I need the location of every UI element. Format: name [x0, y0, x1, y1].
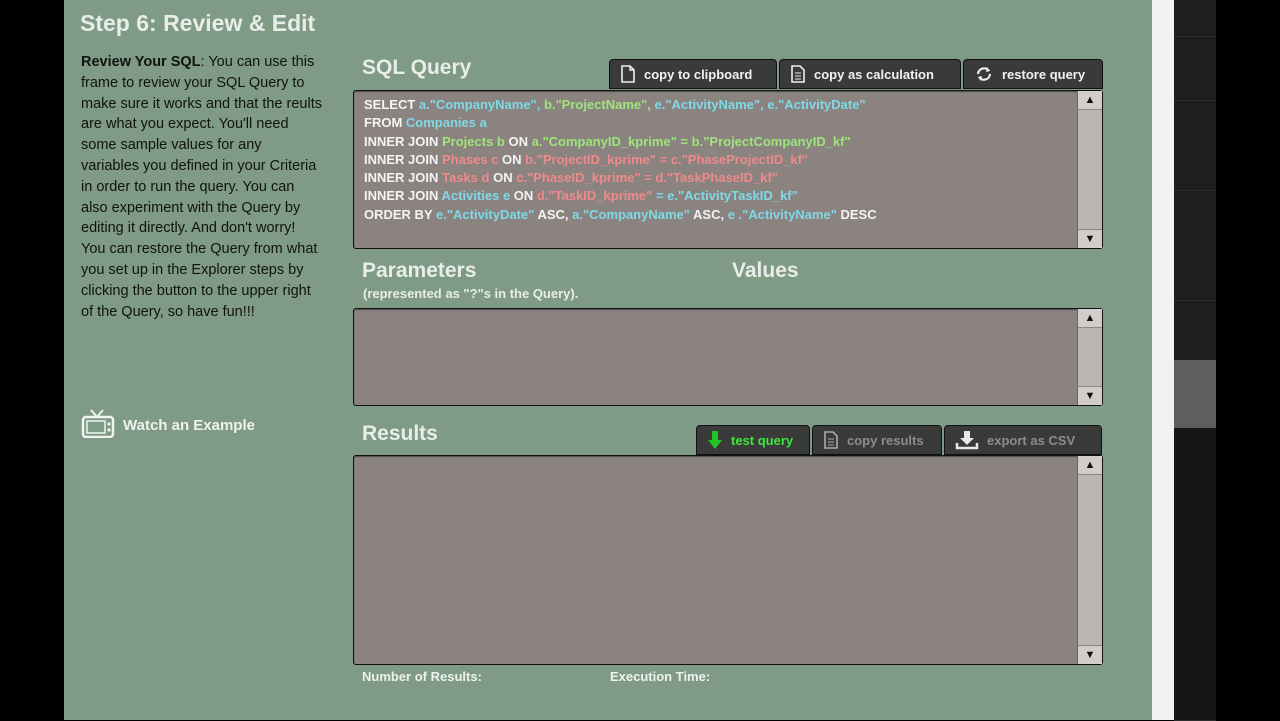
scroll-down-arrow-icon[interactable]: ▼: [1078, 229, 1102, 248]
sql-token: INNER JOIN: [364, 133, 443, 149]
scroll-up-arrow-icon[interactable]: ▲: [1078, 456, 1102, 475]
sql-token: b."ProjectName",: [543, 97, 655, 112]
sql-token: INNER JOIN: [364, 188, 442, 204]
document-lines-icon: [823, 431, 839, 449]
restore-query-button[interactable]: restore query: [963, 59, 1103, 89]
results-title: Results: [362, 422, 438, 445]
sql-token: e ."ActivityName": [727, 206, 841, 222]
document-lines-icon: [790, 65, 806, 83]
results-grid[interactable]: ▲ ▼: [353, 455, 1103, 665]
sql-line: INNER JOIN Activities e ON d."TaskID_kpr…: [364, 187, 1072, 205]
scroll-up-arrow-icon[interactable]: ▲: [1078, 309, 1102, 328]
sql-token: ON: [493, 170, 517, 186]
sql-token: FROM: [364, 115, 406, 131]
sql-token: Companies a: [405, 115, 487, 131]
sql-token: Activities e: [441, 188, 514, 204]
sql-token: ASC,: [537, 206, 573, 222]
side-dock: [1174, 0, 1216, 721]
window-edge: [1152, 0, 1174, 720]
results-toolbar: test query copy results export as CSV: [694, 425, 1102, 455]
sql-toolbar: copy to clipboard copy as calculation re…: [607, 59, 1103, 89]
test-query-label: test query: [731, 432, 794, 448]
help-body: : You can use this frame to review your …: [81, 54, 322, 320]
sql-token: ORDER BY: [364, 206, 436, 222]
sql-line: FROM Companies a: [364, 114, 1072, 132]
dock-segment: [1174, 36, 1216, 101]
sql-token: Tasks d: [442, 170, 494, 186]
copy-as-calculation-label: copy as calculation: [814, 66, 934, 82]
dock-segment: [1174, 190, 1216, 301]
step-title: Step 6: Review & Edit: [80, 10, 316, 36]
sql-token: ON: [502, 151, 526, 167]
sql-token: Projects b: [442, 133, 509, 149]
test-query-button[interactable]: test query: [696, 425, 810, 455]
dock-segment: [1174, 428, 1216, 721]
tv-icon: [81, 408, 123, 442]
sql-token: = e."ActivityTaskID_kf": [655, 188, 798, 204]
scroll-down-arrow-icon[interactable]: ▼: [1078, 386, 1102, 405]
sql-line: INNER JOIN Phases c ON b."ProjectID_kpri…: [364, 151, 1072, 169]
sql-token: SELECT: [364, 97, 419, 112]
scroll-down-arrow-icon[interactable]: ▼: [1078, 645, 1102, 664]
document-icon: [620, 65, 636, 83]
parameters-title: Parameters: [362, 259, 477, 282]
restore-query-label: restore query: [1002, 66, 1086, 82]
sql-token: a."CompanyName": [572, 206, 694, 222]
copy-to-clipboard-button[interactable]: copy to clipboard: [609, 59, 777, 89]
sql-line: ORDER BY e."ActivityDate" ASC, a."Compan…: [364, 206, 1072, 224]
sql-line: SELECT a."CompanyName", b."ProjectName",…: [364, 96, 1072, 114]
copy-to-clipboard-label: copy to clipboard: [644, 66, 753, 82]
results-scrollbar[interactable]: ▲ ▼: [1077, 456, 1102, 664]
sql-token: c."PhaseID_kprime" = d."TaskPhaseID_kf": [516, 170, 778, 186]
copy-as-calculation-button[interactable]: copy as calculation: [779, 59, 961, 89]
dock-segment: [1174, 360, 1216, 429]
dock-segment: [1174, 0, 1216, 37]
sql-line: INNER JOIN Projects b ON a."CompanyID_kp…: [364, 133, 1072, 151]
sql-token: DESC: [840, 206, 877, 222]
sql-token: e."ActivityDate": [436, 206, 538, 222]
parameters-note: (represented as "?"s in the Query).: [363, 286, 579, 301]
parameters-list[interactable]: ▲ ▼: [353, 308, 1103, 406]
sql-token: INNER JOIN: [364, 170, 443, 186]
download-icon: [955, 430, 979, 450]
dock-segment: [1174, 100, 1216, 191]
watch-example-label: Watch an Example: [123, 416, 255, 434]
refresh-icon: [974, 65, 994, 83]
watch-example-link[interactable]: Watch an Example: [81, 408, 255, 442]
down-arrow-icon: [707, 430, 723, 450]
execution-time-label: Execution Time:: [610, 669, 711, 684]
values-title: Values: [732, 259, 799, 282]
sql-token: a."CompanyID_kprime" = b."ProjectCompany…: [531, 133, 851, 149]
sql-line: INNER JOIN Tasks d ON c."PhaseID_kprime"…: [364, 169, 1072, 187]
copy-results-button[interactable]: copy results: [812, 425, 942, 455]
export-csv-button[interactable]: export as CSV: [944, 425, 1102, 455]
sql-scrollbar[interactable]: ▲ ▼: [1077, 91, 1102, 248]
sql-query-text[interactable]: SELECT a."CompanyName", b."ProjectName",…: [364, 96, 1072, 224]
sql-token: ON: [508, 133, 532, 149]
sql-token: a."CompanyName",: [418, 97, 544, 112]
sql-token: Phases c: [442, 151, 503, 167]
review-edit-screen: Step 6: Review & Edit Review Your SQL: Y…: [64, 0, 1152, 720]
sql-token: ON: [513, 188, 537, 204]
sql-token: INNER JOIN: [364, 151, 443, 167]
scroll-up-arrow-icon[interactable]: ▲: [1078, 91, 1102, 110]
dock-segment: [1174, 300, 1216, 361]
sql-token: ASC,: [693, 206, 728, 222]
help-text: Review Your SQL: You can use this frame …: [81, 52, 323, 322]
sql-token: b."ProjectID_kprime" = c."PhaseProjectID…: [525, 151, 809, 167]
sql-query-editor[interactable]: SELECT a."CompanyName", b."ProjectName",…: [353, 90, 1103, 249]
copy-results-label: copy results: [847, 432, 924, 448]
number-of-results-label: Number of Results:: [362, 669, 482, 684]
sql-token: d."TaskID_kprime": [536, 188, 656, 204]
sql-token: e."ActivityName", e."ActivityDate": [654, 97, 866, 112]
export-csv-label: export as CSV: [987, 432, 1076, 448]
sql-query-title: SQL Query: [362, 56, 472, 79]
parameters-scrollbar[interactable]: ▲ ▼: [1077, 309, 1102, 405]
help-heading: Review Your SQL: [81, 54, 201, 70]
